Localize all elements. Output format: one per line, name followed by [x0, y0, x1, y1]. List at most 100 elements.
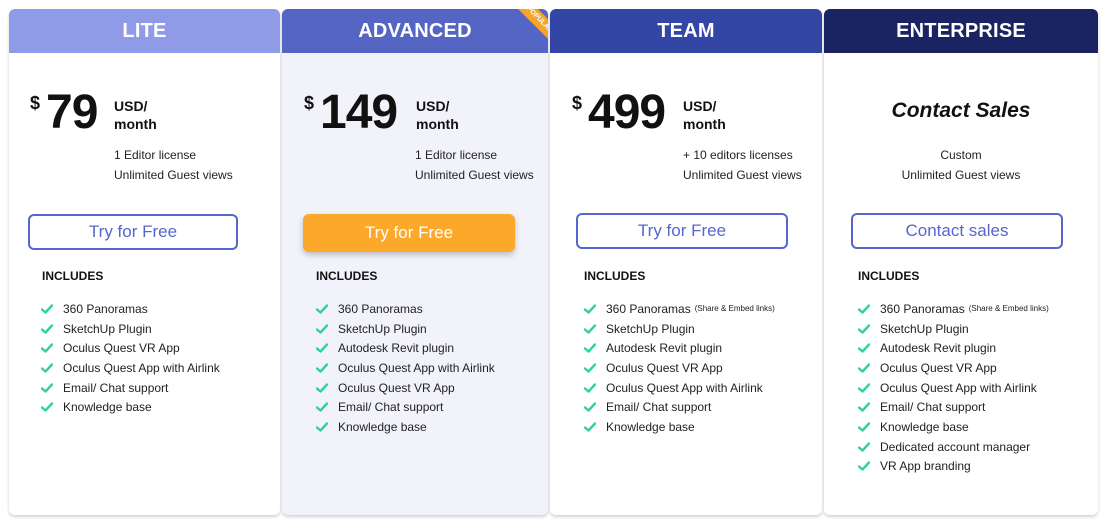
desc-line: Custom — [940, 148, 982, 162]
feature-item: 360 Panoramas (Share & Embed links) — [858, 299, 1049, 319]
feature-text: Oculus Quest VR App — [63, 341, 180, 356]
feature-text: Oculus Quest App with Airlink — [63, 360, 220, 375]
feature-text: Email/ Chat support — [606, 400, 712, 415]
check-icon — [41, 363, 53, 373]
feature-item: VR App branding — [858, 457, 1049, 477]
plan-card-enterprise: ENTERPRISE Contact Sales Custom Unlimite… — [824, 9, 1098, 515]
feature-text: SketchUp Plugin — [63, 321, 152, 336]
feature-item: Oculus Quest VR App — [316, 378, 499, 398]
feature-item: Oculus Quest App with Airlink — [41, 358, 224, 378]
feature-text: Oculus Quest App with Airlink — [338, 360, 495, 375]
check-icon — [858, 422, 870, 432]
check-icon — [316, 343, 328, 353]
unit-line2: month — [683, 116, 726, 132]
feature-item: Knowledge base — [41, 397, 224, 417]
check-icon — [41, 402, 53, 412]
plan-card-advanced: ADVANCED POPULAR $ 149 USD/month 1 Edito… — [282, 9, 548, 515]
plan-header-enterprise: ENTERPRISE — [824, 9, 1098, 53]
unit-line2: month — [416, 116, 459, 132]
feature-item: Email/ Chat support — [316, 397, 499, 417]
feature-note: (Share & Embed links) — [694, 304, 775, 314]
feature-item: Oculus Quest App with Airlink — [858, 378, 1049, 398]
feature-text: Email/ Chat support — [63, 380, 169, 395]
feature-note: (Share & Embed links) — [968, 304, 1049, 314]
feature-item: Oculus Quest VR App — [41, 338, 224, 358]
price: $ 499 USD/month — [572, 86, 812, 139]
feature-text: VR App branding — [880, 459, 971, 474]
feature-item: Oculus Quest VR App — [858, 358, 1049, 378]
feature-text: Autodesk Revit plugin — [880, 341, 997, 356]
plan-card-team: TEAM $ 499 USD/month + 10 editors licens… — [550, 9, 822, 515]
desc-line: + 10 editors licenses — [683, 148, 793, 162]
feature-text: Oculus Quest VR App — [338, 380, 455, 395]
desc-line: 1 Editor license — [114, 148, 197, 162]
feature-item: Autodesk Revit plugin — [858, 338, 1049, 358]
feature-item: Oculus Quest VR App — [584, 358, 775, 378]
plan-header-team: TEAM — [550, 9, 822, 53]
contact-sales-button[interactable]: Contact sales — [851, 213, 1063, 249]
feature-text: Oculus Quest VR App — [606, 360, 723, 375]
feature-text: SketchUp Plugin — [338, 321, 427, 336]
check-icon — [316, 402, 328, 412]
currency-symbol: $ — [572, 93, 583, 113]
unit-line2: month — [114, 116, 157, 132]
feature-item: Email/ Chat support — [858, 397, 1049, 417]
feature-text: Oculus Quest VR App — [880, 360, 997, 375]
feature-text: 360 Panoramas — [63, 301, 148, 316]
plan-description: 1 Editor license Unlimited Guest views — [415, 146, 534, 185]
feature-item: Autodesk Revit plugin — [584, 338, 775, 358]
try-for-free-button[interactable]: Try for Free — [303, 214, 515, 252]
feature-item: SketchUp Plugin — [584, 319, 775, 339]
feature-item: Dedicated account manager — [858, 437, 1049, 457]
feature-list: 360 Panoramas SketchUp Plugin Autodesk Rev… — [316, 299, 499, 437]
price-unit: USD/month — [416, 97, 459, 133]
includes-heading: INCLUDES — [584, 269, 646, 283]
check-icon — [41, 304, 53, 314]
desc-line: Unlimited Guest views — [901, 167, 1021, 182]
check-icon — [584, 363, 596, 373]
feature-item: Oculus Quest App with Airlink — [316, 358, 499, 378]
price-amount: 499 — [588, 86, 666, 139]
feature-item: 360 Panoramas — [316, 299, 499, 319]
includes-heading: INCLUDES — [42, 269, 104, 283]
check-icon — [41, 343, 53, 353]
feature-item: SketchUp Plugin — [41, 319, 224, 339]
unit-line1: USD/ — [114, 98, 148, 114]
price-amount: 149 — [320, 86, 398, 139]
plan-name: ENTERPRISE — [896, 19, 1026, 42]
feature-item: 360 Panoramas (Share & Embed links) — [584, 299, 775, 319]
try-for-free-button[interactable]: Try for Free — [28, 214, 238, 250]
feature-text: 360 Panoramas — [880, 301, 965, 316]
check-icon — [41, 382, 53, 393]
check-icon — [584, 402, 596, 412]
feature-text: 360 Panoramas — [338, 301, 423, 316]
try-for-free-button[interactable]: Try for Free — [576, 213, 788, 249]
feature-item: Knowledge base — [858, 417, 1049, 437]
price-unit: USD/month — [114, 97, 157, 133]
feature-text: Autodesk Revit plugin — [606, 341, 723, 356]
check-icon — [584, 382, 596, 393]
feature-text: 360 Panoramas — [606, 301, 691, 316]
check-icon — [858, 363, 870, 373]
includes-heading: INCLUDES — [316, 269, 378, 283]
plan-description: + 10 editors licenses Unlimited Guest vi… — [683, 146, 802, 185]
feature-item: Knowledge base — [316, 417, 499, 437]
desc-line: Unlimited Guest views — [683, 167, 802, 182]
currency-symbol: $ — [30, 93, 41, 113]
check-icon — [858, 402, 870, 412]
feature-text: Oculus Quest App with Airlink — [880, 380, 1037, 395]
feature-text: Email/ Chat support — [880, 400, 986, 415]
plan-description: 1 Editor license Unlimited Guest views — [114, 146, 233, 185]
price: $ 149 USD/month — [304, 86, 544, 139]
feature-text: Knowledge base — [338, 419, 427, 434]
check-icon — [858, 343, 870, 353]
includes-heading: INCLUDES — [858, 269, 920, 283]
plan-name: ADVANCED — [358, 19, 472, 42]
price-unit: USD/month — [683, 97, 726, 133]
check-icon — [584, 343, 596, 353]
feature-item: SketchUp Plugin — [858, 319, 1049, 339]
plan-card-lite: LITE $ 79 USD/month 1 Editor license Unl… — [9, 9, 280, 515]
currency-symbol: $ — [304, 93, 315, 113]
unit-line1: USD/ — [416, 98, 450, 114]
check-icon — [316, 382, 328, 393]
